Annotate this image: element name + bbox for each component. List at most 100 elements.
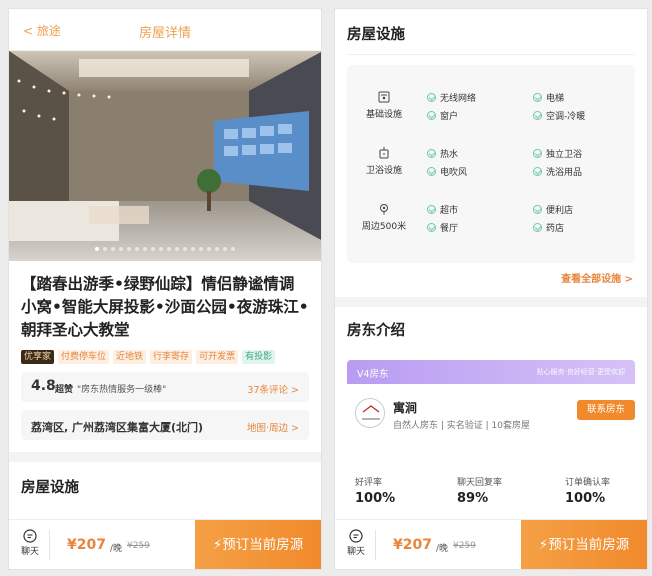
original-price: ¥259 [453, 541, 476, 551]
carousel-dot[interactable] [151, 247, 155, 251]
category-label: 卫浴设施 [365, 166, 402, 176]
listing-photo-carousel[interactable] [9, 51, 321, 261]
facility-item: 无线网络 [427, 91, 476, 104]
carousel-dot[interactable] [223, 247, 227, 251]
check-icon [533, 111, 542, 120]
address-row[interactable]: 荔湾区, 广州荔湾区集富大厦(北门) 地图·周边 > [21, 410, 309, 440]
check-icon [427, 205, 436, 214]
carousel-dot[interactable] [127, 247, 131, 251]
carousel-dot[interactable] [143, 247, 147, 251]
facility-category: 基础设施 [359, 91, 409, 120]
carousel-dot[interactable] [199, 247, 203, 251]
rating-word: 超赞 [55, 385, 74, 395]
carousel-dot[interactable] [183, 247, 187, 251]
tag-badge: 有投影 [242, 350, 276, 364]
stat-label: 聊天回复率 [457, 478, 503, 488]
host-level: V4房东 [357, 369, 389, 380]
chat-button[interactable]: 聊天 [345, 529, 367, 557]
category-label: 基础设施 [365, 110, 402, 120]
booking-bar: 聊天 ¥207 /晚 ¥259 ⚡预订当前房源 [335, 519, 647, 569]
carousel-dot[interactable] [111, 247, 115, 251]
carousel-dot[interactable] [95, 247, 99, 251]
carousel-dot[interactable] [175, 247, 179, 251]
carousel-dot[interactable] [135, 247, 139, 251]
booking-bar: 聊天 ¥207 /晚 ¥259 ⚡预订当前房源 [9, 519, 321, 569]
chat-button[interactable]: 聊天 [19, 529, 41, 557]
facility-category: 卫浴设施 [359, 147, 409, 176]
facility-label: 超市 [440, 206, 459, 216]
tag-badge: 付费停车位 [58, 350, 110, 364]
rating-quote: "房东热情服务一级棒" [77, 385, 167, 395]
facility-label: 便利店 [546, 206, 574, 216]
stat-label: 订单确认率 [565, 478, 611, 488]
contact-host-button[interactable]: 联系房东 [577, 400, 635, 420]
listing-detail-screen: < 旅途 房屋详情 【踏春出游季•绿野仙踪】情侣静谧情调小窝•智能大屏投影•沙面… [8, 8, 322, 570]
facility-label: 空调-冷暖 [546, 112, 586, 122]
facility-item: 热水 [427, 147, 458, 160]
router-icon [378, 91, 390, 103]
reviews-link[interactable]: 37条评论 > [247, 382, 299, 396]
check-icon [533, 93, 542, 102]
carousel-dot[interactable] [207, 247, 211, 251]
check-icon [533, 167, 542, 176]
category-label: 周边500米 [361, 222, 407, 232]
carousel-dot[interactable] [231, 247, 235, 251]
facility-item: 洗浴用品 [533, 165, 582, 178]
rating-score: 4.8 [31, 378, 56, 394]
facility-label: 窗户 [440, 112, 459, 122]
avatar[interactable] [355, 398, 385, 428]
facility-item: 超市 [427, 203, 458, 216]
facilities-heading: 房屋设施 [21, 480, 79, 496]
price: ¥207 [393, 537, 432, 553]
carousel-dot[interactable] [159, 247, 163, 251]
nav-header: < 旅途 房屋详情 [9, 9, 321, 51]
facility-item: 便利店 [533, 203, 573, 216]
facility-label: 洗浴用品 [546, 168, 583, 178]
check-icon [533, 205, 542, 214]
divider [375, 530, 376, 560]
check-icon [427, 93, 436, 102]
check-icon [533, 223, 542, 232]
tag-badge: 可开发票 [196, 350, 239, 364]
tag-badge: 优享家 [21, 350, 55, 364]
divider [347, 54, 635, 55]
check-icon [427, 167, 436, 176]
book-label: 预订当前房源 [548, 537, 630, 553]
per-night-label: /晚 [110, 544, 123, 554]
carousel-dot[interactable] [167, 247, 171, 251]
book-now-button[interactable]: ⚡预订当前房源 [195, 520, 321, 569]
room-photo [9, 51, 321, 261]
map-link[interactable]: 地图·周边 > [247, 420, 299, 434]
host-heading: 房东介绍 [347, 323, 405, 339]
lightning-icon: ⚡ [212, 537, 223, 553]
chat-icon [23, 529, 37, 543]
check-icon [427, 223, 436, 232]
host-level-banner: V4房东 贴心服务·良好经营·更受欢迎 [347, 360, 635, 384]
facility-item: 空调-冷暖 [533, 109, 585, 122]
carousel-dot[interactable] [119, 247, 123, 251]
book-now-button[interactable]: ⚡预订当前房源 [521, 520, 647, 569]
carousel-dot[interactable] [191, 247, 195, 251]
host-description: 自然人房东 | 实名验证 | 10套房屋 [393, 421, 530, 431]
host-name: 寓涧 [393, 401, 418, 415]
facility-item: 独立卫浴 [533, 147, 582, 160]
chat-label: 聊天 [20, 547, 39, 557]
facility-item: 电梯 [533, 91, 564, 104]
listing-detail-screen-scrolled: 房屋设施 基础设施 无线网络 电梯 窗户 空调-冷暖 卫浴设施 热水 独立卫浴 … [334, 8, 648, 570]
address-text: 荔湾区, 广州荔湾区集富大厦(北门) [31, 421, 204, 434]
chat-label: 聊天 [346, 547, 365, 557]
facility-label: 餐厅 [440, 224, 459, 234]
see-all-facilities-link[interactable]: 查看全部设施 > [561, 270, 633, 285]
per-night-label: /晚 [436, 544, 449, 554]
facilities-card: 基础设施 无线网络 电梯 窗户 空调-冷暖 卫浴设施 热水 独立卫浴 电吹风 洗… [347, 65, 635, 263]
carousel-dot[interactable] [215, 247, 219, 251]
carousel-dot[interactable] [103, 247, 107, 251]
facility-group: 周边500米 超市 便利店 餐厅 药店 [347, 203, 635, 243]
price: ¥207 [67, 537, 106, 553]
feature-tags: 优享家 付费停车位 近地铁 行李寄存 可开发票 有投影 [9, 342, 321, 364]
shower-icon [379, 147, 389, 159]
rating-row[interactable]: 4.8 超赞 "房东热情服务一级棒" 37条评论 > [21, 372, 309, 402]
facility-label: 药店 [546, 224, 565, 234]
facilities-heading: 房屋设施 [347, 27, 405, 43]
facility-item: 药店 [533, 221, 564, 234]
